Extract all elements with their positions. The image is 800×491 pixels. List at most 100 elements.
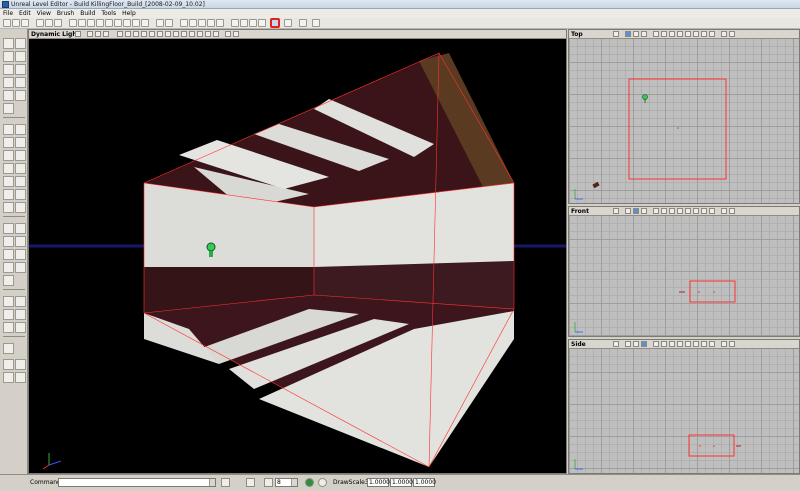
camera-icon[interactable]	[729, 31, 735, 37]
render-mode-icon[interactable]	[677, 341, 683, 347]
texture-pan-icon[interactable]	[3, 51, 14, 62]
top-viewport[interactable]: Top	[568, 29, 800, 204]
render-mode-icon[interactable]	[653, 31, 659, 37]
menu-view[interactable]: View	[34, 9, 54, 18]
lock-view-icon[interactable]	[721, 31, 727, 37]
menu-brush[interactable]: Brush	[54, 9, 77, 18]
clip-icon[interactable]	[3, 322, 14, 333]
new-camera-icon[interactable]	[3, 103, 14, 114]
render-mode-icon[interactable]	[677, 208, 683, 214]
grid-lock-icon[interactable]	[246, 478, 255, 487]
render-mode-icon[interactable]	[661, 208, 667, 214]
menu-edit[interactable]: Edit	[16, 9, 34, 18]
lock-view-icon[interactable]	[225, 31, 231, 37]
build-all-icon[interactable]	[216, 19, 224, 27]
animation-browser-icon[interactable]	[132, 19, 140, 27]
render-mode-icon[interactable]	[149, 31, 155, 37]
view-side-icon[interactable]	[641, 341, 647, 347]
mirror-z-icon[interactable]	[3, 372, 14, 383]
camera-speed-icon[interactable]	[3, 343, 14, 354]
camera-icon[interactable]	[233, 31, 239, 37]
render-mode-icon[interactable]	[181, 31, 187, 37]
side-viewport[interactable]: Side	[568, 339, 800, 474]
cursor-icon[interactable]	[312, 19, 320, 27]
render-mode-icon[interactable]	[685, 208, 691, 214]
cube-brush-icon[interactable]	[3, 124, 14, 135]
render-mode-icon[interactable]	[693, 31, 699, 37]
render-mode-icon[interactable]	[661, 31, 667, 37]
grid-size-dropdown[interactable]: 8	[275, 478, 298, 487]
render-mode-icon[interactable]	[205, 31, 211, 37]
hide-selected-icon[interactable]	[3, 296, 14, 307]
render-mode-icon[interactable]	[709, 341, 715, 347]
tetrahedron-brush-icon[interactable]	[3, 189, 14, 200]
render-mode-icon[interactable]	[709, 208, 715, 214]
show-selected-icon[interactable]	[15, 296, 26, 307]
add-antiportal-icon[interactable]	[3, 275, 14, 286]
help-icon[interactable]	[299, 19, 307, 27]
viewport-options-icon[interactable]	[613, 341, 619, 347]
add-volume-icon[interactable]	[15, 262, 26, 273]
render-mode-icon[interactable]	[701, 341, 707, 347]
view-front-icon[interactable]	[633, 341, 639, 347]
view-side-icon[interactable]	[641, 208, 647, 214]
render-mode-icon[interactable]	[669, 341, 675, 347]
arch-brush-icon[interactable]	[15, 202, 26, 213]
drawscale-y-field[interactable]: 1.0000	[390, 478, 413, 487]
sheet-brush-icon[interactable]	[15, 124, 26, 135]
render-mode-icon[interactable]	[653, 341, 659, 347]
zoom-icon[interactable]	[318, 478, 327, 487]
view-top-icon[interactable]	[625, 208, 631, 214]
actor-browser-icon[interactable]	[69, 19, 77, 27]
render-mode-icon[interactable]	[661, 341, 667, 347]
view-top-icon[interactable]	[625, 31, 631, 37]
render-mode-icon[interactable]	[165, 31, 171, 37]
render-mode-icon[interactable]	[141, 31, 147, 37]
render-mode-icon[interactable]	[189, 31, 195, 37]
play-level-icon[interactable]	[231, 19, 239, 27]
stop-icon[interactable]	[240, 19, 248, 27]
new-map-icon[interactable]	[3, 19, 11, 27]
game-type-icon[interactable]	[284, 19, 292, 27]
log-window-icon[interactable]	[221, 478, 230, 487]
vertex-edit-icon[interactable]	[15, 38, 26, 49]
intersect-icon[interactable]	[3, 236, 14, 247]
mirror-x-icon[interactable]	[3, 359, 14, 370]
command-input[interactable]	[58, 478, 216, 487]
camera-move-icon[interactable]	[3, 38, 14, 49]
add-brush-icon[interactable]	[3, 223, 14, 234]
lock-view-icon[interactable]	[721, 208, 727, 214]
build-lighting-icon[interactable]	[189, 19, 197, 27]
menu-build[interactable]: Build	[77, 9, 98, 18]
terrain-edit-icon[interactable]	[15, 64, 26, 75]
render-mode-icon[interactable]	[677, 31, 683, 37]
kismet-icon[interactable]	[258, 19, 266, 27]
custom-brush-icon[interactable]	[15, 189, 26, 200]
cylinder-brush-icon[interactable]	[3, 137, 14, 148]
drawscale-x-field[interactable]: 1.0000	[367, 478, 390, 487]
view-front-icon[interactable]	[633, 31, 639, 37]
camera-icon[interactable]	[729, 341, 735, 347]
add-special-icon[interactable]	[3, 249, 14, 260]
viewport-options-icon[interactable]	[75, 31, 81, 37]
add-mover-icon[interactable]	[3, 262, 14, 273]
surface-properties-icon[interactable]	[156, 19, 164, 27]
render-mode-icon[interactable]	[213, 31, 219, 37]
render-mode-icon[interactable]	[669, 208, 675, 214]
camera-icon[interactable]	[729, 208, 735, 214]
find-actor-icon[interactable]	[54, 19, 62, 27]
viewport-options-icon[interactable]	[613, 31, 619, 37]
rebuild-icon[interactable]	[249, 19, 257, 27]
chevron-down-icon[interactable]	[209, 479, 215, 486]
build-paths-icon[interactable]	[198, 19, 206, 27]
render-mode-icon[interactable]	[653, 208, 659, 214]
volumetric-brush-icon[interactable]	[3, 176, 14, 187]
render-mode-icon[interactable]	[701, 31, 707, 37]
sheet-plane-icon[interactable]	[3, 202, 14, 213]
curved-stairs-icon[interactable]	[3, 163, 14, 174]
view-side-icon[interactable]	[641, 31, 647, 37]
render-mode-icon[interactable]	[133, 31, 139, 37]
chevron-down-icon[interactable]	[291, 479, 297, 486]
prefab-browser-icon[interactable]	[141, 19, 149, 27]
static-mesh-browser-icon[interactable]	[123, 19, 131, 27]
